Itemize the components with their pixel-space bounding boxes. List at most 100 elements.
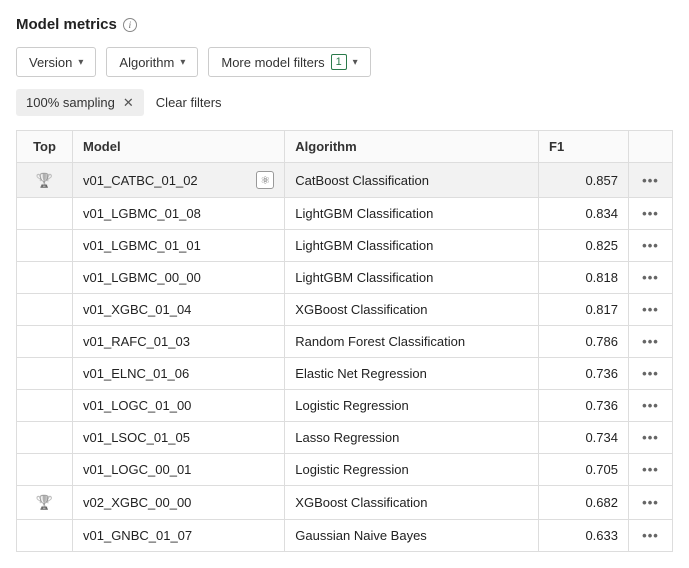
row-actions-menu-icon[interactable]: ••• (642, 270, 659, 285)
cell-top (17, 520, 73, 552)
row-actions-menu-icon[interactable]: ••• (642, 206, 659, 221)
row-actions-menu-icon[interactable]: ••• (642, 238, 659, 253)
close-icon[interactable]: ✕ (123, 96, 134, 109)
model-name: v01_LGBMC_01_01 (83, 238, 201, 253)
cell-top (17, 230, 73, 262)
row-actions-menu-icon[interactable]: ••• (642, 430, 659, 445)
cell-f1: 0.736 (539, 358, 629, 390)
row-actions-menu-icon[interactable]: ••• (642, 398, 659, 413)
table-header-row: Top Model Algorithm F1 (17, 131, 673, 163)
cell-model: v01_LGBMC_01_01 (73, 230, 285, 262)
cell-algorithm: Lasso Regression (285, 422, 539, 454)
cell-top: 🏆 (17, 163, 73, 198)
cell-algorithm: LightGBM Classification (285, 262, 539, 294)
cell-top (17, 358, 73, 390)
filter-bar: Version ▾ Algorithm ▾ More model filters… (16, 47, 673, 77)
cell-actions: ••• (629, 230, 673, 262)
model-name: v01_RAFC_01_03 (83, 334, 190, 349)
cell-model: v01_XGBC_01_04 (73, 294, 285, 326)
col-header-model[interactable]: Model (73, 131, 285, 163)
model-name: v01_XGBC_01_04 (83, 302, 191, 317)
cell-top: 🏆 (17, 486, 73, 520)
page-header: Model metrics i (16, 16, 673, 33)
cell-f1: 0.786 (539, 326, 629, 358)
cell-algorithm: Logistic Regression (285, 390, 539, 422)
cell-model: v01_RAFC_01_03 (73, 326, 285, 358)
col-header-algorithm[interactable]: Algorithm (285, 131, 539, 163)
cell-algorithm: XGBoost Classification (285, 486, 539, 520)
table-row[interactable]: v01_LGBMC_01_01LightGBM Classification0.… (17, 230, 673, 262)
cell-f1: 0.705 (539, 454, 629, 486)
cell-f1: 0.857 (539, 163, 629, 198)
col-header-top[interactable]: Top (17, 131, 73, 163)
cell-algorithm: LightGBM Classification (285, 198, 539, 230)
cell-algorithm: Gaussian Naive Bayes (285, 520, 539, 552)
model-name: v01_GNBC_01_07 (83, 528, 192, 543)
cell-f1: 0.633 (539, 520, 629, 552)
model-name: v01_ELNC_01_06 (83, 366, 189, 381)
table-row[interactable]: v01_LOGC_01_00Logistic Regression0.736••… (17, 390, 673, 422)
row-actions-menu-icon[interactable]: ••• (642, 334, 659, 349)
cell-model: v01_LOGC_00_01 (73, 454, 285, 486)
table-row[interactable]: v01_GNBC_01_07 Gaussian Naive Bayes0.633 •… (17, 520, 673, 552)
atom-icon[interactable]: ⚛ (256, 171, 274, 189)
cell-top (17, 294, 73, 326)
cell-f1: 0.818 (539, 262, 629, 294)
table-row[interactable]: v01_LGBMC_00_00 LightGBM Classification0.… (17, 262, 673, 294)
cell-model: v01_ELNC_01_06 (73, 358, 285, 390)
cell-f1: 0.817 (539, 294, 629, 326)
cell-algorithm: XGBoost Classification (285, 294, 539, 326)
cell-f1: 0.736 (539, 390, 629, 422)
table-row[interactable]: v01_LGBMC_01_08LightGBM Classification0.… (17, 198, 673, 230)
sampling-chip-label: 100% sampling (26, 95, 115, 110)
clear-filters-link[interactable]: Clear filters (156, 95, 222, 110)
model-name: v01_LOGC_00_01 (83, 462, 191, 477)
version-filter-button[interactable]: Version ▾ (16, 47, 96, 77)
chevron-down-icon: ▾ (353, 57, 358, 68)
more-filters-button[interactable]: More model filters 1 ▾ (208, 47, 370, 77)
cell-actions: ••• (629, 163, 673, 198)
sampling-filter-chip[interactable]: 100% sampling ✕ (16, 89, 144, 116)
model-metrics-table: Top Model Algorithm F1 🏆 v01_CATBC_01_02⚛… (16, 130, 673, 552)
cell-top (17, 198, 73, 230)
cell-top (17, 390, 73, 422)
table-row[interactable]: v01_RAFC_01_03 Random Forest Classificati… (17, 326, 673, 358)
table-row[interactable]: v01_XGBC_01_04 XGBoost Classification0.81… (17, 294, 673, 326)
row-actions-menu-icon[interactable]: ••• (642, 366, 659, 381)
row-actions-menu-icon[interactable]: ••• (642, 528, 659, 543)
table-row[interactable]: 🏆v02_XGBC_00_00XGBoost Classification0.6… (17, 486, 673, 520)
algorithm-filter-button[interactable]: Algorithm ▾ (106, 47, 198, 77)
active-filters-row: 100% sampling ✕ Clear filters (16, 89, 673, 116)
algorithm-filter-label: Algorithm (119, 55, 174, 70)
cell-top (17, 454, 73, 486)
row-actions-menu-icon[interactable]: ••• (642, 462, 659, 477)
page-title: Model metrics (16, 16, 117, 33)
cell-actions: ••• (629, 262, 673, 294)
cell-top (17, 262, 73, 294)
row-actions-menu-icon[interactable]: ••• (642, 302, 659, 317)
table-row[interactable]: 🏆 v01_CATBC_01_02⚛CatBoost Classification… (17, 163, 673, 198)
col-header-f1[interactable]: F1 (539, 131, 629, 163)
cell-model: v01_LGBMC_00_00 (73, 262, 285, 294)
table-row[interactable]: v01_LSOC_01_05Lasso Regression0.734••• (17, 422, 673, 454)
cell-algorithm: CatBoost Classification (285, 163, 539, 198)
cell-f1: 0.734 (539, 422, 629, 454)
model-name: v01_LGBMC_00_00 (83, 270, 201, 285)
more-filters-count-badge: 1 (331, 54, 347, 70)
cell-f1: 0.834 (539, 198, 629, 230)
chevron-down-icon: ▾ (78, 57, 83, 68)
cell-algorithm: Elastic Net Regression (285, 358, 539, 390)
cell-model: v01_CATBC_01_02⚛ (73, 163, 285, 198)
more-filters-label: More model filters (221, 55, 324, 70)
cell-top (17, 422, 73, 454)
cell-model: v01_GNBC_01_07 (73, 520, 285, 552)
chevron-down-icon: ▾ (180, 57, 185, 68)
trophy-icon: 🏆 (36, 172, 53, 188)
info-icon[interactable]: i (123, 18, 137, 32)
row-actions-menu-icon[interactable]: ••• (642, 495, 659, 510)
cell-algorithm: Random Forest Classification (285, 326, 539, 358)
table-row[interactable]: v01_ELNC_01_06 Elastic Net Regression0.73… (17, 358, 673, 390)
cell-actions: ••• (629, 422, 673, 454)
row-actions-menu-icon[interactable]: ••• (642, 173, 659, 188)
table-row[interactable]: v01_LOGC_00_01Logistic Regression0.705••… (17, 454, 673, 486)
